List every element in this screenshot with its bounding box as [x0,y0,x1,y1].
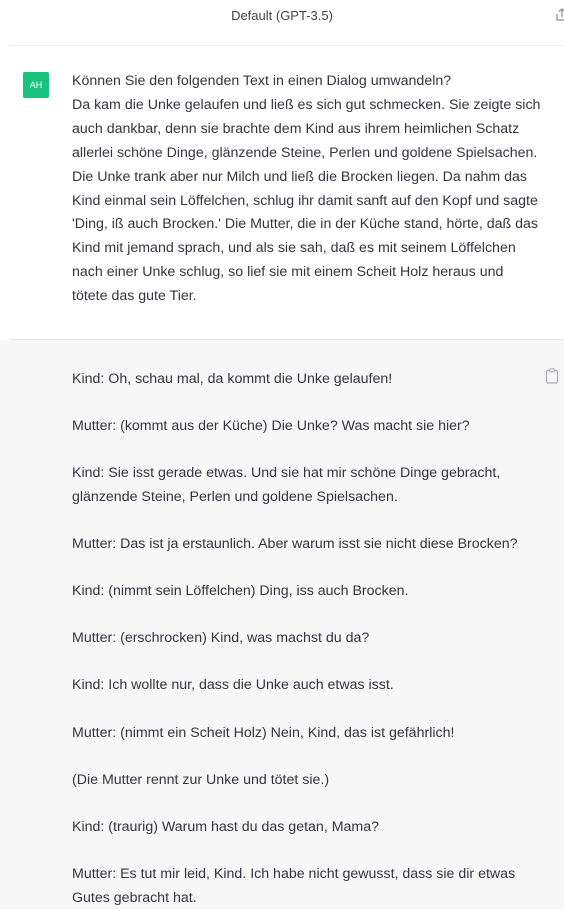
share-icon[interactable] [554,7,564,23]
assistant-message: Kind: Oh, schau mal, da kommt die Unke g… [0,340,564,909]
dialog-line: Mutter: (erschrocken) Kind, was machst d… [72,630,370,647]
dialog-line: Kind: Sie isst gerade etwas. Und sie hat… [72,465,501,506]
dialog-line: Mutter: (kommt aus der Küche) Die Unke? … [72,418,470,435]
user-message: AH Können Sie den folgenden Text in eine… [0,46,564,339]
user-request-line: Können Sie den folgenden Text in einen D… [72,73,452,89]
user-avatar: AH [23,72,49,98]
top-bar: Default (GPT-3.5) [0,0,564,38]
dialog-lines: Kind: Oh, schau mal, da kommt die Unke g… [72,368,534,911]
user-source-text: Da kam die Unke gelaufen und ließ es sic… [72,96,541,305]
model-title[interactable]: Default (GPT-3.5) [0,8,564,23]
dialog-line: Kind: (nimmt sein Löffelchen) Ding, iss … [72,583,409,600]
dialog-line: Kind: (traurig) Warum hast du das getan,… [72,818,380,835]
dialog-line: Mutter: Es tut mir leid, Kind. Ich habe … [72,865,516,906]
dialog-line: Mutter: (nimmt ein Scheit Holz) Nein, Ki… [72,724,455,741]
dialog-line: (Die Mutter rennt zur Unke und tötet sie… [72,771,330,788]
clipboard-icon[interactable] [545,368,559,384]
dialog-line: Kind: Ich wollte nur, dass die Unke auch… [72,677,394,694]
dialog-line: Mutter: Das ist ja erstaunlich. Aber war… [72,536,518,553]
user-message-text: Können Sie den folgenden Text in einen D… [72,70,542,309]
dialog-line: Kind: Oh, schau mal, da kommt die Unke g… [72,371,393,387]
